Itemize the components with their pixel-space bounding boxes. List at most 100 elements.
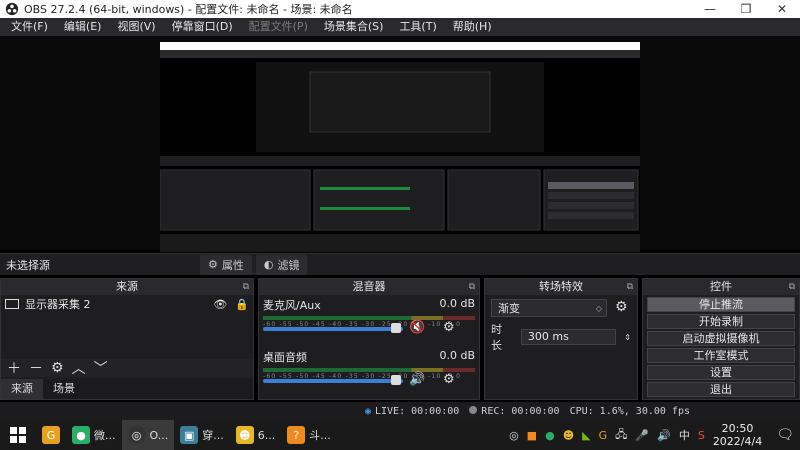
taskbar-item-obs[interactable]: ◎ O... [121,420,175,450]
menu-scene-collection[interactable]: 场景集合(S) [316,18,392,36]
exit-button[interactable]: 退出 [647,382,795,397]
recursive-capture-image [160,42,640,252]
remove-icon[interactable]: － [29,358,43,378]
menu-bar: 文件(F) 编辑(E) 视图(V) 停靠窗口(D) 配置文件(P) 场景集合(S… [0,18,800,36]
title-bar: OBS 27.2.4 (64-bit, windows) - 配置文件: 未命名… [0,0,800,18]
menu-edit[interactable]: 编辑(E) [56,18,110,36]
menu-profile[interactable]: 配置文件(P) [241,18,316,36]
controls-header: 控件 ⧉ [643,279,799,295]
speaker-icon[interactable]: 🔊 [409,372,425,387]
gear-icon[interactable]: ⚙ [443,372,455,387]
volume-slider-handle[interactable] [391,375,401,385]
add-icon[interactable]: ＋ [7,358,21,378]
tray-sogou-icon[interactable]: S [698,429,705,442]
maximize-button[interactable]: ❐ [728,0,764,18]
muted-speaker-icon[interactable]: 🔇 [409,320,425,335]
volume-slider-handle[interactable] [391,323,401,333]
dock-float-icon[interactable]: ⧉ [789,279,795,295]
dock-float-icon[interactable]: ⧉ [243,279,249,295]
duration-row: 时长 300 ms ⇕ [491,321,631,353]
gear-icon[interactable]: ⚙ [615,299,628,315]
mixer-channel-desktop: 桌面音频 0.0 dB -60 -55 -50 -45 -40 -35 -30 … [259,347,479,399]
chevron-up-icon[interactable]: ︿ [72,358,86,378]
taskbar-item-wechat[interactable]: ● 微... [66,420,122,450]
properties-button[interactable]: ⚙ 属性 [200,254,252,275]
tray-qq-icon[interactable]: ☻ [563,429,574,442]
transition-selected: 渐变 [498,302,520,315]
settings-button[interactable]: 设置 [647,365,795,380]
menu-view[interactable]: 视图(V) [109,18,163,36]
chevron-updown-icon: ◇ [595,303,602,313]
sources-tabs: 来源 场景 [1,379,253,399]
transition-select[interactable]: 渐变 ◇ [491,299,607,317]
taskbar-clock[interactable]: 20:50 2022/4/4 [713,422,762,448]
controls-title: 控件 [710,280,732,293]
taskbar: G ● 微... ◎ O... ▣ 穿... ☻ 6... ? 斗... ◎ ■… [0,420,800,450]
start-virtual-camera-button[interactable]: 启动虚拟摄像机 [647,331,795,346]
source-item-label: 显示器采集 2 [25,298,91,311]
tray-ime-indicator[interactable]: 中 [679,427,690,443]
mixer-channel-mic: 麦克风/Aux 0.0 dB -60 -55 -50 -45 -40 -35 -… [259,295,479,347]
menu-help[interactable]: 帮助(H) [445,18,500,36]
close-button[interactable]: ✕ [764,0,800,18]
lock-icon[interactable]: 🔒 [235,298,249,311]
transitions-header: 转场特效 ⧉ [485,279,637,295]
gear-icon[interactable]: ⚙ [51,360,64,376]
tray-mic-icon[interactable]: 🎤 [635,429,649,442]
gear-icon[interactable]: ⚙ [443,320,455,335]
spinner-icon[interactable]: ⇕ [624,333,631,342]
chevron-down-icon[interactable]: ﹀ [94,358,108,378]
sources-dock: 来源 ⧉ 显示器采集 2 👁 🔒 ＋ － ⚙ ︿ ﹀ 来源 场景 [0,278,254,400]
taskbar-item-app[interactable]: ▣ 穿... [174,420,230,450]
tray-nvidia-icon[interactable]: ◣ [582,429,590,442]
controls-dock: 控件 ⧉ 停止推流 开始录制 启动虚拟摄像机 工作室模式 设置 退出 [642,278,800,400]
obs-logo-icon [5,2,19,16]
tray-volume-icon[interactable]: 🔊 [657,429,671,442]
no-source-selected-label: 未选择源 [6,258,50,272]
sources-header: 来源 ⧉ [1,279,253,295]
tray-app-icon[interactable]: ■ [527,429,537,442]
volume-slider[interactable] [263,379,403,383]
tray-chrome-icon[interactable]: G [599,429,608,442]
minimize-button[interactable]: — [692,0,728,18]
mixer-header: 混音器 ⧉ [259,279,479,295]
tab-sources[interactable]: 来源 [1,379,43,399]
clock-date: 2022/4/4 [712,435,763,448]
taskbar-item-qq[interactable]: ☻ 6... [230,420,282,450]
duration-input[interactable]: 300 ms [520,329,617,345]
tab-scenes[interactable]: 场景 [43,379,85,399]
windows-logo-icon [10,427,26,443]
dock-float-icon[interactable]: ⧉ [469,279,475,295]
studio-mode-button[interactable]: 工作室模式 [647,348,795,363]
preview-canvas[interactable] [160,42,640,282]
tray-obs-icon[interactable]: ◎ [509,429,519,442]
source-item[interactable]: 显示器采集 2 👁 🔒 [1,295,253,313]
app-icon: ▣ [180,426,199,444]
preview-area[interactable] [0,36,800,252]
dock-float-icon[interactable]: ⧉ [627,279,633,295]
duration-label: 时长 [491,323,502,352]
tray-wechat-icon[interactable]: ● [545,429,555,442]
start-recording-button[interactable]: 开始录制 [647,314,795,329]
tray-network-icon[interactable]: 🖧 [615,426,627,445]
filters-button[interactable]: ◐ 滤镜 [255,254,308,275]
volume-slider[interactable] [263,327,403,331]
obs-icon: ◎ [127,426,146,444]
taskbar-item-chrome[interactable]: G [36,420,66,450]
notification-icon[interactable]: 🗨 [776,427,794,443]
sources-title: 来源 [116,280,138,293]
window-title: OBS 27.2.4 (64-bit, windows) - 配置文件: 未命名… [24,3,353,16]
stop-streaming-button[interactable]: 停止推流 [647,297,795,312]
menu-file[interactable]: 文件(F) [3,18,56,36]
qq-icon: ☻ [235,426,254,444]
system-tray: ◎ ■ ● ☻ ◣ G 🖧 🎤 🔊 中 S 20:50 2022/4/4 🗨 [509,422,800,448]
wechat-icon: ● [72,426,90,444]
menu-tools[interactable]: 工具(T) [391,18,444,36]
eye-icon[interactable]: 👁 [213,298,227,311]
channel-name: 麦克风/Aux [263,299,321,312]
mixer-title: 混音器 [352,280,386,293]
taskbar-item-douyu[interactable]: ? 斗... [281,420,337,450]
menu-docks[interactable]: 停靠窗口(D) [164,18,241,36]
windows-start-button[interactable] [0,420,36,450]
filters-label: 滤镜 [277,258,300,272]
